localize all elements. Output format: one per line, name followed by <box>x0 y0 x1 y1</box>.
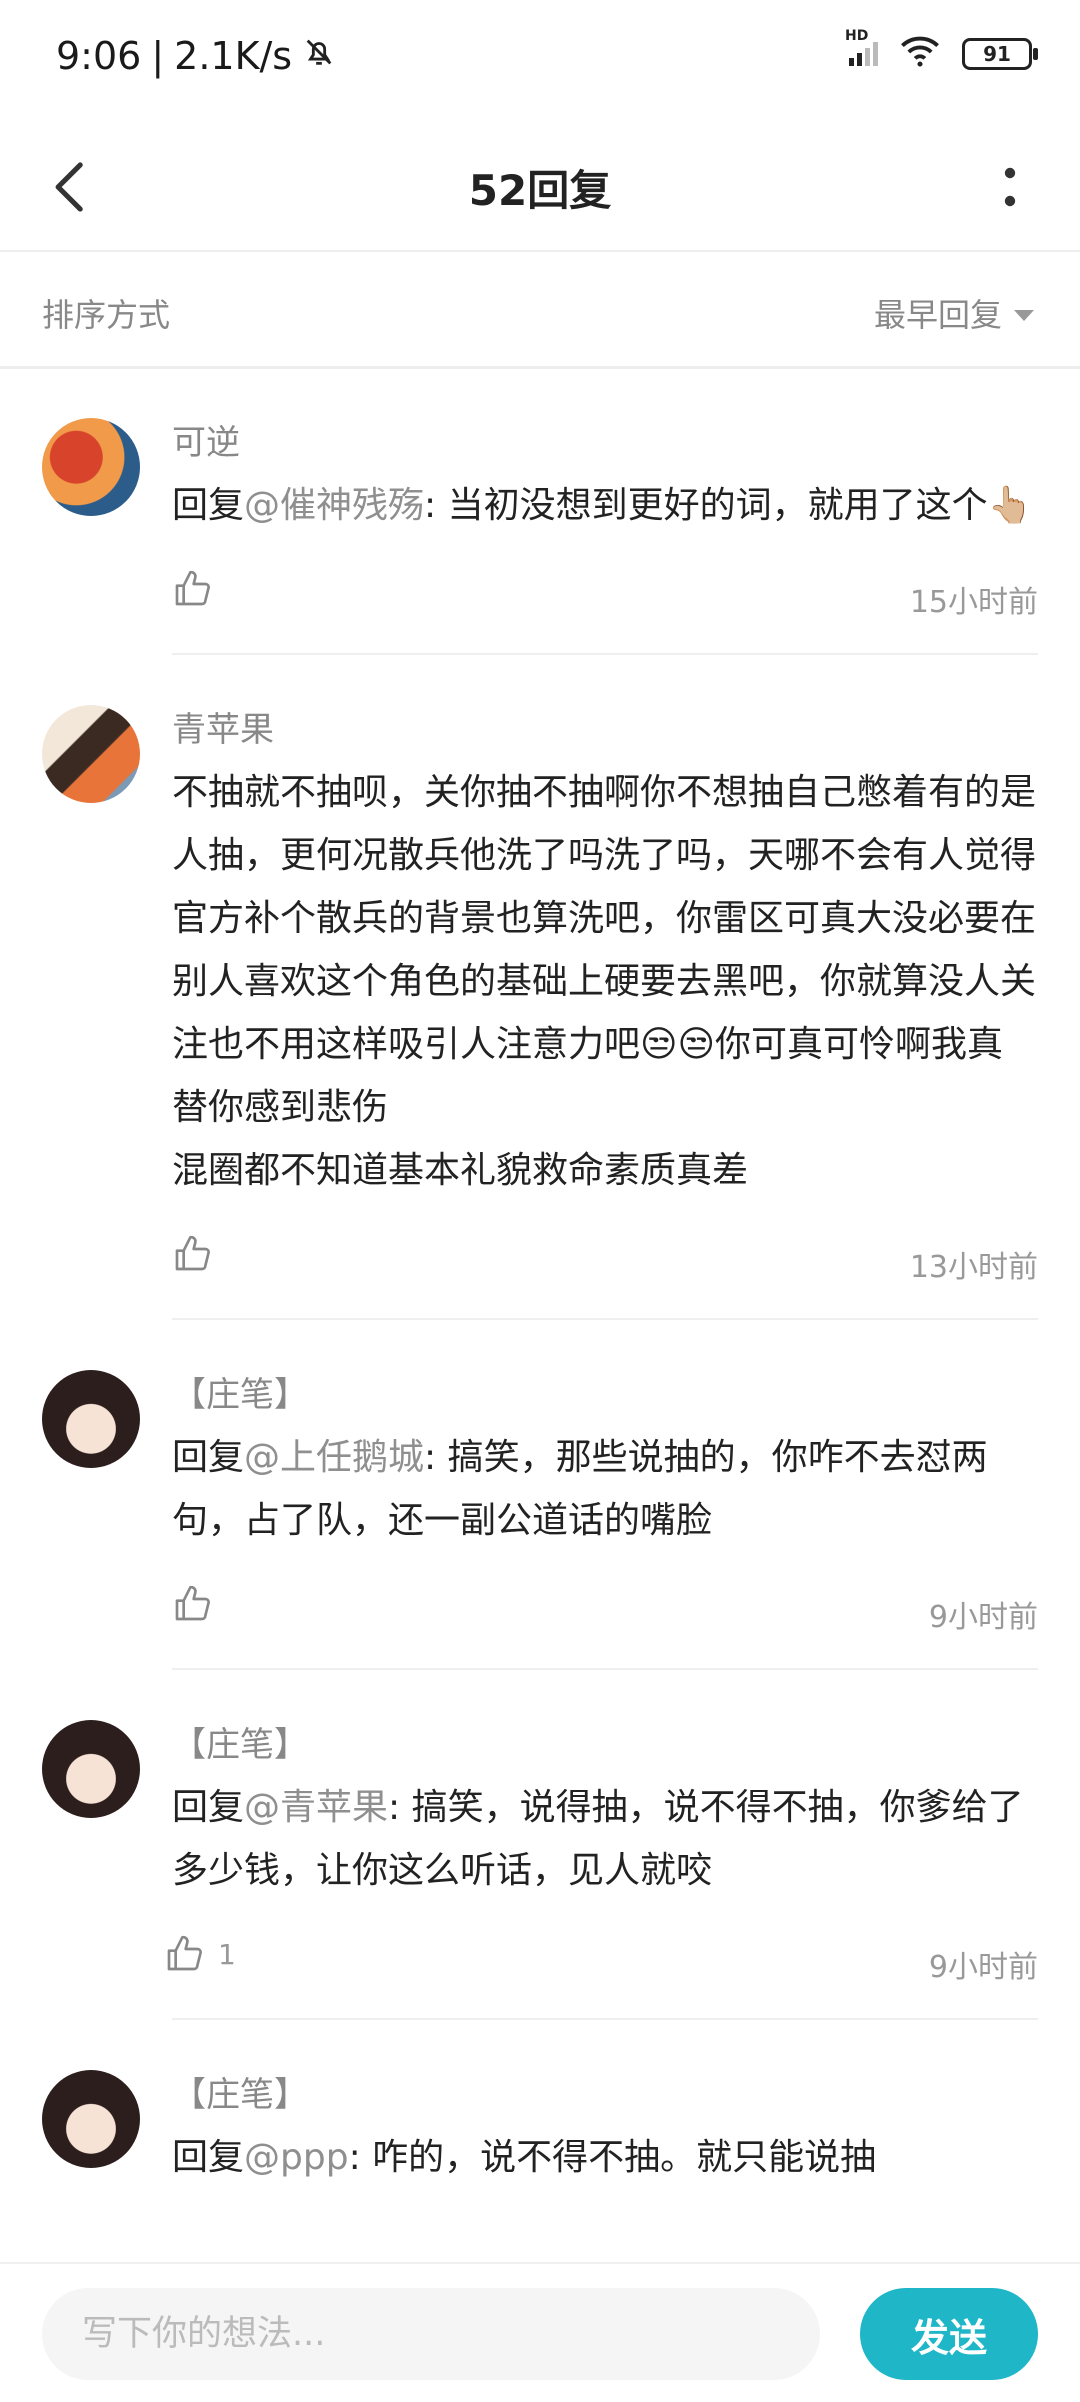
sort-dropdown[interactable]: 最早回复 <box>874 290 1034 336</box>
comment-author[interactable]: 【庄笔】 <box>172 2020 1038 2118</box>
network-speed: 2.1K/s <box>174 34 293 78</box>
reply-prefix: 回复 <box>172 1437 245 1478</box>
comment-time: 9小时前 <box>928 1600 1038 1635</box>
avatar[interactable] <box>42 418 140 516</box>
signal-icon: HD <box>845 28 878 66</box>
comment-text: 回复@催神残殇: 当初没想到更好的词，就用了这个👆🏼 <box>172 474 1038 537</box>
like-button[interactable] <box>172 1584 226 1624</box>
reply-prefix: 回复 <box>172 2137 245 2178</box>
comment-input[interactable] <box>42 2288 820 2380</box>
status-bar: 9:06 | 2.1K/s HD 91 <box>0 0 1080 125</box>
avatar[interactable] <box>42 2070 140 2168</box>
more-options-button[interactable] <box>980 155 1040 219</box>
reply-mention[interactable]: @上任鹅城 <box>244 1437 424 1478</box>
sort-bar: 排序方式 最早回复 <box>0 252 1080 369</box>
comment-time: 13小时前 <box>909 1250 1038 1285</box>
like-button[interactable] <box>172 569 226 609</box>
comment-body: 不抽就不抽呗，关你抽不抽啊你不想抽自己憋着有的是人抽，更何况散兵他洗了吗洗了吗，… <box>172 772 1037 1191</box>
comment-item: 可逆 回复@催神残殇: 当初没想到更好的词，就用了这个👆🏼 15小时前 <box>0 368 1080 655</box>
comment-item: 青苹果 不抽就不抽呗，关你抽不抽啊你不想抽自己憋着有的是人抽，更何况散兵他洗了吗… <box>0 655 1080 1320</box>
comment-body: : 咋的，说不得不抽。就只能说抽 <box>348 2137 877 2178</box>
thumbs-up-icon <box>175 1585 211 1621</box>
reply-mention[interactable]: @催神残殇 <box>244 485 424 526</box>
comment-list: 可逆 回复@催神残殇: 当初没想到更好的词，就用了这个👆🏼 15小时前 青苹果 … <box>0 368 1080 2189</box>
dropdown-arrow-icon <box>1014 309 1034 321</box>
comment-author[interactable]: 可逆 <box>172 368 1038 466</box>
comment-text: 回复@青苹果: 搞笑，说得抽，说不得不抽，你爹给了多少钱，让你这么听话，见人就咬 <box>172 1776 1038 1902</box>
status-right: HD 91 <box>845 28 1038 72</box>
like-button[interactable] <box>172 1234 226 1274</box>
comment-item: 【庄笔】 回复@ppp: 咋的，说不得不抽。就只能说抽 <box>0 2020 1080 2189</box>
wifi-icon <box>900 36 940 72</box>
comment-item: 【庄笔】 回复@青苹果: 搞笑，说得抽，说不得不抽，你爹给了多少钱，让你这么听话… <box>0 1670 1080 2020</box>
sort-value: 最早回复 <box>873 296 1002 334</box>
more-vertical-icon <box>1004 167 1016 207</box>
send-button[interactable]: 发送 <box>860 2288 1038 2380</box>
comment-author[interactable]: 【庄笔】 <box>172 1320 1038 1418</box>
comment-text: 回复@上任鹅城: 搞笑，那些说抽的，你咋不去怼两句，占了队，还一副公道话的嘴脸 <box>172 1426 1038 1552</box>
avatar[interactable] <box>42 705 140 803</box>
avatar[interactable] <box>42 1720 140 1818</box>
comment-meta: 15小时前 <box>172 537 1038 655</box>
comment-author[interactable]: 青苹果 <box>172 655 1038 753</box>
network-type: HD <box>845 28 869 44</box>
comment-meta: 9小时前 <box>172 1552 1038 1670</box>
battery-icon: 91 <box>962 38 1038 70</box>
reply-prefix: 回复 <box>172 1787 245 1828</box>
comment-time: 15小时前 <box>909 585 1038 620</box>
thumbs-up-icon <box>167 1935 203 1971</box>
like-button[interactable]: 1 <box>164 1934 236 1974</box>
comment-item: 【庄笔】 回复@上任鹅城: 搞笑，那些说抽的，你咋不去怼两句，占了队，还一副公道… <box>0 1320 1080 1670</box>
like-count: 1 <box>218 1937 236 1971</box>
comment-author[interactable]: 【庄笔】 <box>172 1670 1038 1768</box>
top-app-bar: 52回复 <box>0 125 1080 252</box>
comment-text: 回复@ppp: 咋的，说不得不抽。就只能说抽 <box>172 2126 1038 2189</box>
status-left: 9:06 | 2.1K/s <box>56 34 336 78</box>
bell-mute-icon <box>302 34 336 78</box>
avatar[interactable] <box>42 1370 140 1468</box>
reply-mention[interactable]: @青苹果 <box>244 1787 388 1828</box>
comment-time: 9小时前 <box>928 1950 1038 1985</box>
thumbs-up-icon <box>175 1235 211 1271</box>
thumbs-up-icon <box>175 570 211 606</box>
comment-body: : 当初没想到更好的词，就用了这个👆🏼 <box>424 485 1033 526</box>
status-separator: | <box>151 34 165 78</box>
reply-prefix: 回复 <box>172 485 245 526</box>
page-title: 52回复 <box>468 166 612 215</box>
clock: 9:06 <box>56 34 142 78</box>
sort-label: 排序方式 <box>42 296 171 334</box>
comment-meta: 1 9小时前 <box>167 1902 1038 2020</box>
comment-composer: 发送 <box>0 2262 1080 2402</box>
reply-mention[interactable]: @ppp <box>244 2137 349 2178</box>
comment-text: 不抽就不抽呗，关你抽不抽啊你不想抽自己憋着有的是人抽，更何况散兵他洗了吗洗了吗，… <box>172 761 1038 1202</box>
comment-meta: 13小时前 <box>172 1202 1038 1320</box>
